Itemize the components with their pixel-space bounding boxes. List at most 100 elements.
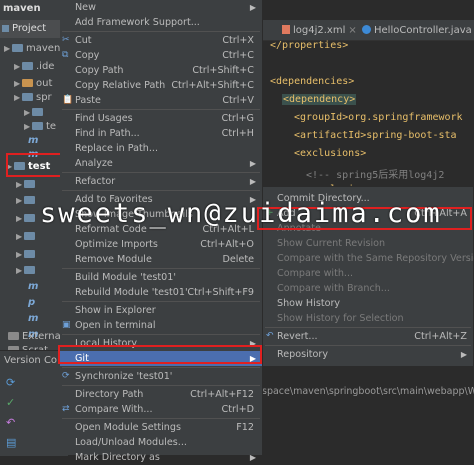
menu-item-copy-path[interactable]: Copy Path Ctrl+Shift+C (60, 63, 262, 78)
code-line: <groupId>org.springframework (294, 112, 463, 123)
menu-item-shortcut: Ctrl+Alt+Shift+C (171, 80, 254, 91)
expand-arrow-icon[interactable]: ▶ (4, 40, 12, 58)
watermark: sweets_wn@zuidaima.com (40, 198, 442, 229)
tab-hellocontroller[interactable]: HelloController.java× (362, 23, 474, 39)
tree-item[interactable]: ▶ (16, 228, 38, 246)
version-control-panel: Version Co ⟳ ✓ ↶ ▤ (0, 350, 68, 456)
menu-item-build-module-test01[interactable]: Build Module 'test01' (60, 270, 262, 285)
scissors-icon: ✂ (62, 35, 70, 45)
git-item-show-history[interactable]: Show History (263, 296, 473, 311)
submenu-arrow-icon: ▶ (249, 177, 256, 186)
code-line: <dependency> (282, 94, 357, 105)
tree-item[interactable]: ▶ (16, 210, 38, 228)
revert-icon: ↶ (266, 331, 274, 341)
menu-item-find-in-path[interactable]: Find in Path... Ctrl+H (60, 126, 262, 141)
submenu-arrow-icon: ▶ (249, 3, 256, 12)
compare-icon: ⇄ (62, 404, 70, 414)
git-item-label: Compare with the Same Repository Version (277, 253, 474, 264)
tab-log4j2[interactable]: log4j2.xml × (282, 23, 357, 39)
menu-item-label: Add Framework Support... (75, 17, 200, 28)
menu-separator (62, 334, 260, 335)
commit-icon[interactable]: ✓ (6, 396, 16, 409)
submenu-arrow-icon: ▶ (249, 453, 256, 462)
menu-item-label: Mark Directory as (75, 452, 160, 463)
menu-item-shortcut: Delete (222, 254, 254, 265)
menu-item-rebuild-module-test01[interactable]: Rebuild Module 'test01' Ctrl+Shift+F9 (60, 285, 262, 300)
menu-item-shortcut: Ctrl+D (221, 404, 255, 415)
tree-item[interactable]: ▶ maven (4, 40, 60, 58)
menu-item-add-framework-support[interactable]: Add Framework Support... (60, 15, 262, 30)
menu-item-shortcut: F12 (236, 422, 254, 433)
git-item-label: Show History (277, 298, 341, 309)
window-title-bar: maven (0, 0, 68, 19)
menu-item-paste[interactable]: 📋 Paste Ctrl+V (60, 93, 262, 108)
menu-item-shortcut: Ctrl+G (221, 113, 254, 124)
expand-arrow-icon[interactable]: ▶ (14, 89, 22, 107)
tree-item-label: Externa (22, 331, 61, 342)
menu-item-load-unload-modules[interactable]: Load/Unload Modules... (60, 435, 262, 450)
menu-item-shortcut: Ctrl+Shift+F9 (187, 287, 254, 298)
folder-icon (32, 122, 43, 130)
menu-item-label: Copy Path (75, 65, 124, 76)
code-line: <dependencies> (270, 76, 355, 87)
git-item-compare-with-branch: Compare with Branch... (263, 281, 473, 296)
rollback-icon[interactable]: ↶ (6, 416, 16, 429)
menu-item-optimize-imports[interactable]: Optimize Imports Ctrl+Alt+O (60, 237, 262, 252)
folder-icon (24, 266, 35, 274)
tree-item[interactable]: ▶ (16, 192, 38, 210)
expand-arrow-icon[interactable]: ▶ (14, 58, 22, 76)
refresh-icon[interactable]: ⟳ (6, 376, 16, 389)
menu-item-copy-relative-path[interactable]: Copy Relative Path Ctrl+Alt+Shift+C (60, 78, 262, 93)
version-control-label: Version Co (4, 355, 58, 366)
submenu-arrow-icon: ▶ (249, 159, 256, 168)
menu-item-cut[interactable]: ✂ Cut Ctrl+X (60, 33, 262, 48)
expand-arrow-icon[interactable]: ▶ (16, 192, 24, 210)
test-folder-highlight (6, 153, 66, 177)
sync-icon: ⟳ (62, 371, 70, 381)
menu-item-show-in-explorer[interactable]: Show in Explorer (60, 303, 262, 318)
folder-icon (24, 214, 35, 222)
tab-project[interactable]: Project (0, 20, 60, 38)
menu-item-synchronize-test01[interactable]: ⟳ Synchronize 'test01' (60, 369, 262, 384)
menu-item-compare-with[interactable]: ⇄ Compare With... Ctrl+D (60, 402, 262, 417)
git-item-revert[interactable]: ↶ Revert... Ctrl+Alt+Z (263, 329, 473, 344)
menu-item-label: Open Module Settings (75, 422, 181, 433)
menu-item-label: Copy Relative Path (75, 80, 166, 91)
project-view-icon (2, 25, 9, 32)
menu-item-open-module-settings[interactable]: Open Module Settings F12 (60, 420, 262, 435)
expand-arrow-icon[interactable]: ▶ (16, 262, 24, 280)
folder-icon (22, 62, 33, 70)
menu-separator (62, 418, 260, 419)
menu-item-replace-in-path[interactable]: Replace in Path... (60, 141, 262, 156)
menu-item-mark-directory-as[interactable]: Mark Directory as ▶ (60, 450, 262, 465)
xml-file-icon (282, 25, 290, 34)
menu-item-shortcut: Ctrl+H (221, 128, 254, 139)
java-class-icon (362, 25, 371, 34)
folder-icon (22, 93, 33, 101)
menu-item-label: Find Usages (75, 113, 133, 124)
menu-separator (62, 385, 260, 386)
menu-item-label: New (75, 2, 96, 13)
tree-item-label: .ide (36, 61, 55, 72)
close-icon[interactable]: × (348, 25, 356, 36)
menu-item-directory-path[interactable]: Directory Path Ctrl+Alt+F12 (60, 387, 262, 402)
git-item-repository[interactable]: Repository ▶ (263, 347, 473, 362)
expand-arrow-icon[interactable]: ▶ (16, 210, 24, 228)
code-line: </properties> (270, 40, 349, 51)
menu-item-remove-module[interactable]: Remove Module Delete (60, 252, 262, 267)
menu-item-find-usages[interactable]: Find Usages Ctrl+G (60, 111, 262, 126)
menu-item-shortcut: Ctrl+C (222, 50, 254, 61)
menu-item-refactor[interactable]: Refactor ▶ (60, 174, 262, 189)
menu-item-open-in-terminal[interactable]: ▣ Open in terminal (60, 318, 262, 333)
tree-item[interactable]: ▶ .ide (14, 58, 54, 76)
git-item-label: Show Current Revision (277, 238, 386, 249)
tab-hellocontroller-label: HelloController.java (374, 25, 472, 36)
menu-item-shortcut: Ctrl+Alt+O (200, 239, 254, 250)
menu-item-analyze[interactable]: Analyze ▶ (60, 156, 262, 171)
menu-item-label: Cut (75, 35, 92, 46)
diff-icon[interactable]: ▤ (6, 436, 16, 449)
menu-item-new[interactable]: New ▶ (60, 0, 262, 15)
menu-item-copy[interactable]: ⧉ Copy Ctrl+C (60, 48, 262, 63)
expand-arrow-icon[interactable]: ▶ (16, 228, 24, 246)
menu-separator (62, 268, 260, 269)
